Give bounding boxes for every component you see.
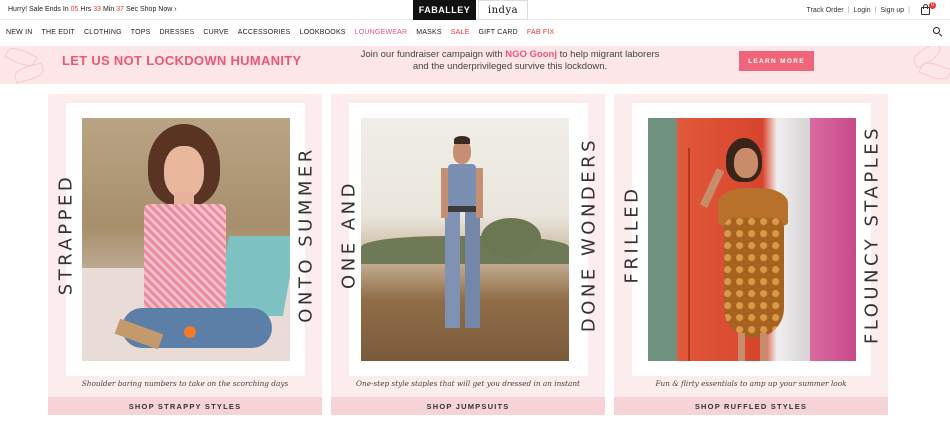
nav-item-sale[interactable]: SALE	[451, 29, 470, 36]
sale-countdown: Hurry! Sale Ends In 05 Hrs 33 Min 37 Sec…	[8, 6, 177, 13]
hours-value: 05	[70, 6, 79, 13]
nav-item-masks[interactable]: MASKS	[416, 29, 442, 36]
hours-label: Hrs	[80, 6, 92, 13]
faballey-logo-tab[interactable]: FABALLEY	[413, 0, 476, 20]
card-caption: One-step style staples that will get you…	[356, 379, 580, 388]
nav-item-loungewear[interactable]: LOUNGEWEAR	[355, 29, 408, 36]
seconds-label: Sec	[125, 6, 139, 13]
sale-prefix: Hurry! Sale Ends In	[8, 6, 69, 13]
photo-shape	[454, 136, 470, 144]
nav-item-tops[interactable]: TOPS	[131, 29, 151, 36]
card-left-heading: ONE AND	[338, 180, 360, 289]
photo-shape	[164, 146, 204, 198]
shop-jumpsuits-button[interactable]: SHOP JUMPSUITS	[331, 397, 605, 415]
banner-message-post: to help migrant laborers	[559, 49, 660, 60]
cart-icon[interactable]: 0	[920, 2, 936, 16]
minutes-value: 33	[93, 6, 102, 13]
nav-item-the-edit[interactable]: THE EDIT	[41, 29, 75, 36]
photo-shape	[214, 236, 290, 316]
nav-item-curve[interactable]: CURVE	[203, 29, 228, 36]
divider: |	[847, 6, 850, 14]
signup-link[interactable]: Sign up	[880, 7, 904, 14]
photo-shape	[688, 148, 690, 361]
banner-message-pre: Join our fundraiser campaign with	[360, 49, 503, 60]
fundraiser-banner: LET US NOT LOCKDOWN HUMANITY Join our fu…	[0, 46, 950, 84]
banner-message-line2: and the underprivileged survive this loc…	[412, 61, 608, 72]
banner-message: Join our fundraiser campaign with NGO Go…	[330, 49, 690, 73]
card-right-heading: FLOUNCY STAPLES	[861, 124, 883, 345]
track-order-link[interactable]: Track Order	[807, 7, 844, 14]
minutes-label: Min	[103, 6, 115, 13]
shop-strappy-styles-button[interactable]: SHOP STRAPPY STYLES	[48, 397, 322, 415]
photo-shape	[481, 218, 541, 258]
photo-shape	[724, 218, 784, 338]
shop-ruffled-styles-button[interactable]: SHOP RUFFLED STYLES	[614, 397, 888, 415]
shop-now-link[interactable]: Shop Now ›	[140, 6, 177, 13]
photo-shape	[476, 168, 483, 218]
photo-shape	[184, 326, 196, 338]
card-left-heading: STRAPPED	[55, 173, 77, 296]
photo-shape	[144, 204, 226, 312]
nav-item-accessories[interactable]: ACCESSORIES	[238, 29, 291, 36]
banner-title: LET US NOT LOCKDOWN HUMANITY	[62, 53, 302, 68]
card-right-heading: DONE WONDERS	[578, 136, 600, 333]
search-icon[interactable]	[933, 27, 943, 38]
ruffled-dress-model-photo[interactable]	[648, 118, 856, 361]
card-right-heading: ONTO SUMMER	[295, 146, 317, 323]
indya-logo-tab[interactable]: indya	[478, 0, 528, 20]
promo-card-ruffled[interactable]: FRILLED FLOUNCY STAPLES Fun & flirty ess…	[614, 94, 888, 415]
promo-card-strappy[interactable]: STRAPPED ONTO SUMMER Shoulder baring num…	[48, 94, 322, 415]
card-caption: Shoulder baring numbers to take on the s…	[81, 379, 289, 388]
learn-more-button[interactable]: LEARN MORE	[739, 51, 814, 71]
account-links: Track Order | Login | Sign up | 0	[807, 2, 936, 16]
photo-shape	[760, 333, 767, 361]
search-icon-handle	[938, 33, 943, 38]
decorative-leaf	[12, 62, 46, 84]
photo-shape	[734, 148, 758, 178]
photo-shape	[738, 333, 745, 361]
main-navigation: NEW IN THE EDIT CLOTHING TOPS DRESSES CU…	[0, 21, 950, 44]
card-left-heading: FRILLED	[621, 185, 643, 284]
seconds-value: 37	[116, 6, 125, 13]
divider: |	[874, 6, 877, 14]
photo-shape	[445, 212, 460, 328]
divider: |	[908, 6, 910, 14]
cart-bag	[921, 7, 930, 15]
jumpsuit-model-photo[interactable]	[361, 118, 569, 361]
photo-shape	[448, 164, 476, 208]
nav-item-fab-fix[interactable]: FAB FIX	[527, 29, 554, 36]
cart-count-badge: 0	[929, 2, 936, 9]
banner-ngo-name: NGO Goonj	[505, 49, 557, 60]
top-bar: Hurry! Sale Ends In 05 Hrs 33 Min 37 Sec…	[0, 0, 950, 20]
nav-item-new-in[interactable]: NEW IN	[6, 29, 32, 36]
nav-item-gift-card[interactable]: GIFT CARD	[478, 29, 517, 36]
nav-item-dresses[interactable]: DRESSES	[160, 29, 195, 36]
photo-shape	[465, 212, 480, 328]
nav-item-lookbooks[interactable]: LOOKBOOKS	[300, 29, 346, 36]
decorative-leaf	[918, 59, 950, 83]
login-link[interactable]: Login	[853, 7, 870, 14]
strappy-model-photo[interactable]	[82, 118, 290, 361]
card-caption: Fun & flirty essentials to amp up your s…	[655, 379, 847, 388]
photo-shape	[441, 168, 448, 218]
nav-item-clothing[interactable]: CLOTHING	[84, 29, 122, 36]
promo-card-jumpsuits[interactable]: ONE AND DONE WONDERS One-step style stap…	[331, 94, 605, 415]
